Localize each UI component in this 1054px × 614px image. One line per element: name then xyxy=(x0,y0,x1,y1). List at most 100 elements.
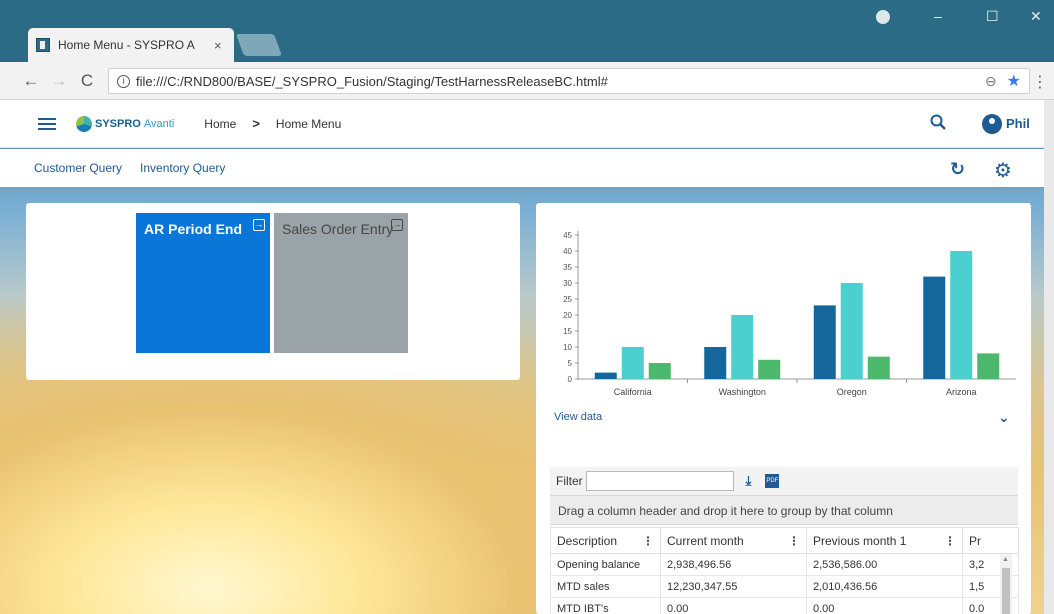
address-bar[interactable]: i file:///C:/RND800/BASE/_SYSPRO_Fusion/… xyxy=(108,68,1030,94)
bar xyxy=(867,356,890,379)
column-header[interactable]: Pr xyxy=(962,527,1019,554)
tile-ar-period-end[interactable]: AR Period End → xyxy=(136,213,270,353)
url-text[interactable]: file:///C:/RND800/BASE/_SYSPRO_Fusion/St… xyxy=(136,74,985,89)
back-icon[interactable]: ← xyxy=(20,71,42,91)
search-icon[interactable] xyxy=(930,114,946,130)
close-window-icon[interactable]: ✕ xyxy=(1030,8,1042,25)
link-customer-query[interactable]: Customer Query xyxy=(34,161,122,175)
subnav: Customer Query Inventory Query ↻ ⚙ xyxy=(0,149,1044,187)
app-header: SYSPRO Avanti Home > Home Menu Phil xyxy=(0,100,1044,148)
logo-product: Avanti xyxy=(143,117,175,130)
new-tab-button[interactable] xyxy=(235,34,283,56)
scroll-thumb[interactable] xyxy=(1002,568,1010,614)
reload-icon[interactable]: C xyxy=(76,71,98,91)
column-menu-icon[interactable]: ⋮ xyxy=(642,534,654,548)
hamburger-menu-icon[interactable] xyxy=(38,115,56,133)
table-row[interactable]: MTD sales 12,230,347.55 2,010,436.56 1,5 xyxy=(550,575,1019,598)
table-row[interactable]: MTD IBT's 0.00 0.00 0.0 xyxy=(550,597,1019,614)
y-tick-label: 0 xyxy=(568,375,573,384)
bar xyxy=(731,315,754,379)
cell: MTD sales xyxy=(550,575,661,598)
bar xyxy=(923,276,946,379)
zoom-icon[interactable]: ⊖ xyxy=(985,73,997,90)
bar xyxy=(648,363,671,379)
cell: 0.00 xyxy=(660,597,807,614)
grid-scrollbar[interactable]: ▲ xyxy=(1000,554,1012,614)
gear-icon[interactable]: ⚙ xyxy=(994,158,1012,183)
breadcrumb-separator: > xyxy=(252,116,260,131)
y-tick-label: 35 xyxy=(563,263,572,272)
breadcrumb-home[interactable]: Home xyxy=(204,117,236,131)
favicon-icon xyxy=(36,38,50,52)
pdf-export-icon[interactable]: PDF xyxy=(765,474,780,488)
chevron-down-icon[interactable]: ⌄ xyxy=(998,409,1010,426)
chart-panel: 0 5 10 15 20 25 30 35 40 45 California Washington Or… xyxy=(536,203,1031,614)
bookmark-star-icon[interactable]: ★ xyxy=(1007,71,1021,91)
cell: 2,010,436.56 xyxy=(806,575,963,598)
column-header[interactable]: Current month ⋮ xyxy=(660,527,807,554)
user-avatar-icon[interactable] xyxy=(982,114,1002,134)
y-tick-label: 45 xyxy=(563,231,572,240)
bar xyxy=(977,353,1000,379)
tile-label: AR Period End xyxy=(144,221,243,237)
logo-brand: SYSPRO xyxy=(95,117,141,130)
column-menu-icon[interactable]: ⋮ xyxy=(944,534,956,548)
bar xyxy=(704,347,727,379)
browser-titlebar: Home Menu - SYSPRO A × – ☐ ✕ xyxy=(0,0,1054,62)
tiles-panel: AR Period End → Sales Order Entry → xyxy=(26,203,520,380)
profile-icon[interactable] xyxy=(876,10,890,24)
column-header[interactable]: Previous month 1 ⋮ xyxy=(806,527,963,554)
bar xyxy=(758,359,781,379)
x-tick-label: California xyxy=(614,387,652,397)
browser-toolbar: ← → C i file:///C:/RND800/BASE/_SYSPRO_F… xyxy=(0,62,1054,100)
launch-icon[interactable]: → xyxy=(253,219,265,231)
view-data-link[interactable]: View data xyxy=(554,411,602,423)
y-tick-label: 30 xyxy=(563,279,572,288)
bar xyxy=(621,347,644,379)
user-name[interactable]: Phil xyxy=(1006,116,1030,131)
table-row[interactable]: Opening balance 2,938,496.56 2,536,586.0… xyxy=(550,553,1019,576)
bar xyxy=(594,372,617,379)
x-tick-label: Arizona xyxy=(946,387,977,397)
download-icon[interactable]: ⤓ xyxy=(746,473,752,489)
scroll-up-icon[interactable]: ▲ xyxy=(1002,556,1009,563)
bar xyxy=(840,283,863,379)
launch-icon[interactable]: → xyxy=(391,219,403,231)
filter-input[interactable] xyxy=(585,471,734,491)
tab-title: Home Menu - SYSPRO A xyxy=(58,38,195,52)
forward-icon[interactable]: → xyxy=(48,71,70,91)
group-drop-area[interactable]: Drag a column header and drop it here to… xyxy=(550,495,1018,525)
y-tick-label: 25 xyxy=(563,295,572,304)
y-tick-label: 5 xyxy=(568,359,573,368)
link-inventory-query[interactable]: Inventory Query xyxy=(140,161,225,175)
refresh-icon[interactable]: ↻ xyxy=(950,159,965,180)
cell: 2,536,586.00 xyxy=(806,553,963,576)
tile-sales-order-entry[interactable]: Sales Order Entry → xyxy=(274,213,408,353)
logo: SYSPRO Avanti xyxy=(76,115,175,132)
x-tick-label: Oregon xyxy=(837,387,867,397)
tab-close-icon[interactable]: × xyxy=(214,38,222,53)
y-tick-label: 40 xyxy=(563,247,572,256)
tile-label: Sales Order Entry xyxy=(282,221,394,237)
browser-menu-icon[interactable]: ⋮ xyxy=(1032,72,1048,92)
info-icon[interactable]: i xyxy=(117,74,130,88)
cell: 0.00 xyxy=(806,597,963,614)
column-menu-icon[interactable]: ⋮ xyxy=(788,534,800,548)
filter-label: Filter xyxy=(556,474,583,488)
cell: Opening balance xyxy=(550,553,661,576)
bar xyxy=(950,251,973,379)
bar-chart: 0 5 10 15 20 25 30 35 40 45 California Washington Or… xyxy=(563,231,1016,397)
y-tick-label: 20 xyxy=(563,311,572,320)
filter-bar: Filter ⤓ PDF xyxy=(550,467,1018,495)
column-header[interactable]: Description ⋮ xyxy=(550,527,661,554)
y-tick-label: 10 xyxy=(563,343,572,352)
browser-tab[interactable]: Home Menu - SYSPRO A × xyxy=(28,28,234,62)
cell: 2,938,496.56 xyxy=(660,553,807,576)
page-scrollbar[interactable] xyxy=(1044,100,1054,614)
x-tick-label: Washington xyxy=(719,387,766,397)
breadcrumb-current: Home Menu xyxy=(275,116,342,131)
maximize-icon[interactable]: ☐ xyxy=(986,8,999,25)
bar xyxy=(813,305,836,379)
cell: 12,230,347.55 xyxy=(660,575,807,598)
minimize-icon[interactable]: – xyxy=(934,8,942,24)
